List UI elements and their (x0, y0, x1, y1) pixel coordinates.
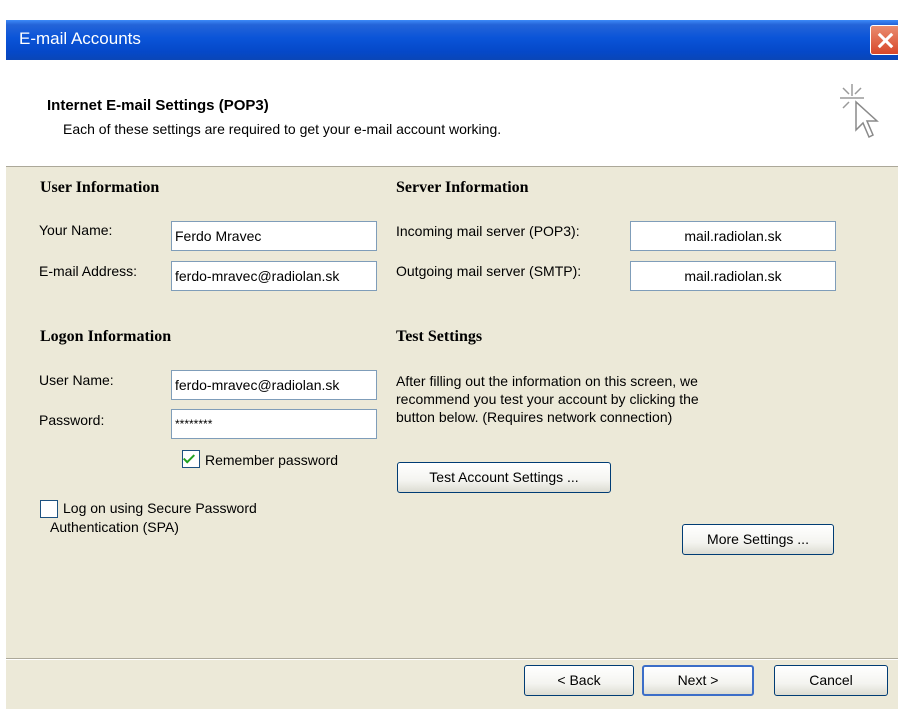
test-settings-heading: Test Settings (396, 328, 483, 345)
window-title: E-mail Accounts (19, 29, 141, 48)
cancel-button[interactable]: Cancel (774, 665, 888, 696)
logon-info-heading: Logon Information (40, 328, 172, 345)
test-desc-line2: recommend you test your account by click… (396, 391, 699, 407)
user-name-label: User Name: (39, 372, 114, 388)
test-desc-line1: After filling out the information on thi… (396, 373, 698, 389)
outgoing-server-label: Outgoing mail server (SMTP): (396, 263, 582, 279)
back-button[interactable]: < Back (524, 665, 634, 696)
title-bar: E-mail Accounts (6, 20, 898, 60)
test-desc-line3: button below. (Requires network connecti… (396, 409, 673, 425)
password-label: Password: (39, 412, 105, 428)
test-account-settings-button[interactable]: Test Account Settings ... (397, 462, 611, 493)
server-info-heading: Server Information (396, 179, 529, 196)
your-name-field[interactable]: Ferdo Mravec (171, 221, 377, 251)
email-accounts-dialog: E-mail Accounts Internet E-mail Settings… (6, 20, 898, 709)
checkmark-icon (182, 451, 196, 464)
spa-label-line1[interactable]: Log on using Secure Password (63, 500, 257, 516)
user-info-heading: User Information (40, 179, 160, 196)
more-settings-button[interactable]: More Settings ... (682, 524, 834, 555)
incoming-server-field[interactable]: mail.radiolan.sk (630, 221, 836, 251)
email-address-label: E-mail Address: (39, 263, 138, 279)
footer-divider (6, 658, 898, 660)
your-name-label: Your Name: (39, 222, 113, 238)
page-title: Internet E-mail Settings (POP3) (47, 97, 269, 114)
spa-label-line2[interactable]: Authentication (SPA) (50, 519, 179, 535)
cursor-sparkle-icon (840, 84, 879, 139)
close-button[interactable] (870, 25, 898, 55)
remember-password-label[interactable]: Remember password (205, 452, 338, 468)
page-subtitle: Each of these settings are required to g… (63, 121, 502, 137)
password-field[interactable]: ******** (171, 409, 377, 439)
wizard-header: Internet E-mail Settings (POP3) Each of … (6, 60, 898, 167)
email-address-field[interactable]: ferdo-mravec@radiolan.sk (171, 261, 377, 291)
incoming-server-label: Incoming mail server (POP3): (396, 223, 580, 239)
outgoing-server-field[interactable]: mail.radiolan.sk (630, 261, 836, 291)
remember-password-checkbox[interactable] (182, 450, 200, 468)
spa-checkbox[interactable] (40, 500, 58, 518)
next-button[interactable]: Next > (642, 665, 754, 696)
user-name-field[interactable]: ferdo-mravec@radiolan.sk (171, 370, 377, 400)
